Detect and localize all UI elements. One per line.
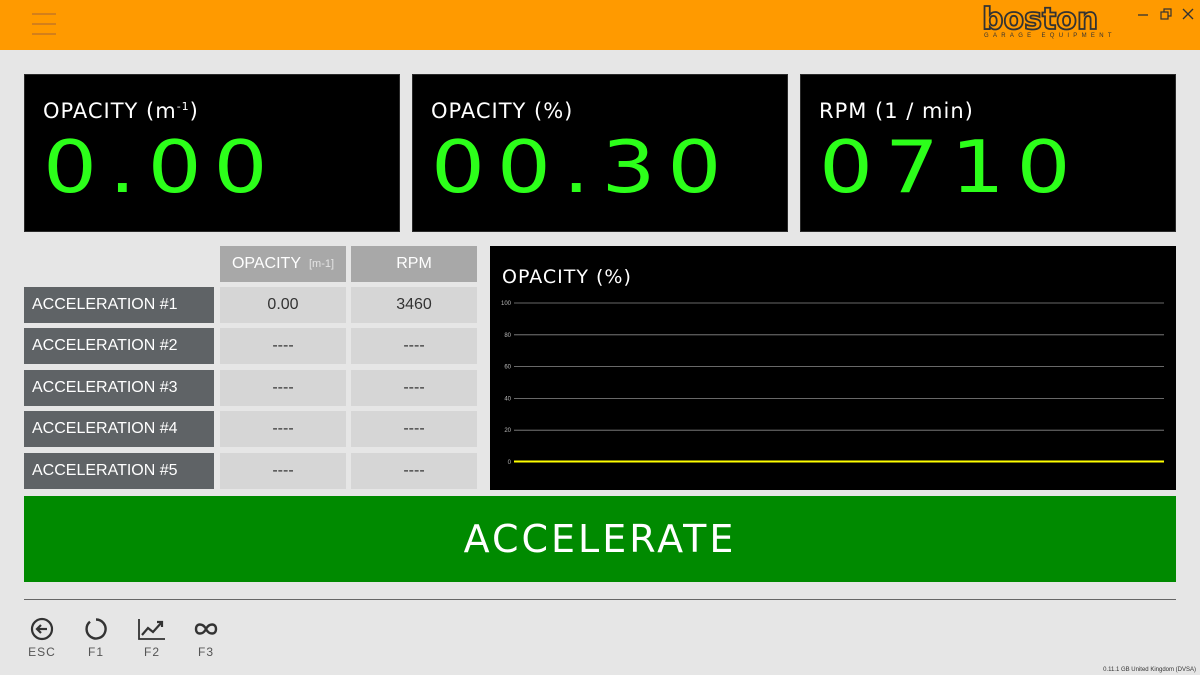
close-icon[interactable] [1180, 6, 1196, 22]
cell-opacity-2: ---- [220, 328, 346, 364]
y-tick-label: 100 [501, 301, 512, 307]
brand-logo: boston GARAGE EQUIPMENT [981, 1, 1122, 44]
key-label: F3 [197, 645, 214, 659]
cell-rpm-2: ---- [351, 328, 477, 364]
hamburger-icon[interactable] [32, 13, 56, 35]
esc-button[interactable]: ESC [22, 617, 62, 661]
metric-label: RPM (1 / min) [819, 99, 974, 123]
cell-rpm-1: 3460 [351, 287, 477, 323]
version-text: 0.11.1 GB United Kingdom (DVSA) [1103, 667, 1196, 673]
cell-rpm-3: ---- [351, 370, 477, 406]
column-header-opacity: OPACITY [m-1] [220, 246, 346, 282]
metric-label: OPACITY (m-1) [43, 99, 199, 123]
cell-rpm-4: ---- [351, 411, 477, 447]
restore-icon[interactable] [1158, 6, 1174, 22]
metric-value: 00.30 [431, 125, 734, 209]
metric-value: 0710 [819, 125, 1083, 209]
infinity-icon [194, 623, 218, 635]
y-tick-label: 80 [504, 333, 511, 339]
row-label-acceleration-3: ACCELERATION #3 [24, 370, 214, 406]
row-label-acceleration-4: ACCELERATION #4 [24, 411, 214, 447]
cell-rpm-5: ---- [351, 453, 477, 489]
divider [24, 599, 1176, 600]
chart-plot: 100 80 60 40 20 0 [501, 301, 1164, 466]
metric-value: 0.00 [43, 125, 280, 209]
minimize-icon[interactable] [1135, 6, 1151, 22]
f3-button[interactable]: F3 [186, 617, 226, 661]
row-label-acceleration-1: ACCELERATION #1 [24, 287, 214, 323]
opacity-percent-panel: OPACITY (%) 00.30 [412, 74, 788, 232]
logo-subtitle: GARAGE EQUIPMENT [984, 33, 1116, 39]
cell-opacity-5: ---- [220, 453, 346, 489]
column-header-rpm: RPM [351, 246, 477, 282]
cell-opacity-3: ---- [220, 370, 346, 406]
accelerate-button[interactable]: ACCELERATE [24, 496, 1176, 582]
key-label: F2 [143, 645, 160, 659]
rpm-panel: RPM (1 / min) 0710 [800, 74, 1176, 232]
metric-label: OPACITY (%) [431, 99, 574, 123]
back-arrow-icon [30, 617, 54, 641]
top-bar: boston GARAGE EQUIPMENT [0, 0, 1200, 50]
opacity-m1-panel: OPACITY (m-1) 0.00 [24, 74, 400, 232]
refresh-circle-icon [85, 618, 107, 640]
row-label-acceleration-5: ACCELERATION #5 [24, 453, 214, 489]
key-label: ESC [28, 645, 56, 659]
row-label-acceleration-2: ACCELERATION #2 [24, 328, 214, 364]
y-tick-label: 60 [504, 365, 511, 371]
y-tick-label: 20 [504, 428, 511, 434]
key-label: F1 [87, 645, 104, 659]
y-tick-label: 0 [508, 460, 512, 466]
opacity-chart: OPACITY (%) 100 80 60 40 20 0 [490, 246, 1176, 490]
f2-button[interactable]: F2 [132, 617, 172, 661]
cell-opacity-1: 0.00 [220, 287, 346, 323]
f1-button[interactable]: F1 [76, 617, 116, 661]
trend-chart-icon [138, 619, 165, 640]
y-tick-label: 40 [504, 396, 511, 402]
cell-opacity-4: ---- [220, 411, 346, 447]
